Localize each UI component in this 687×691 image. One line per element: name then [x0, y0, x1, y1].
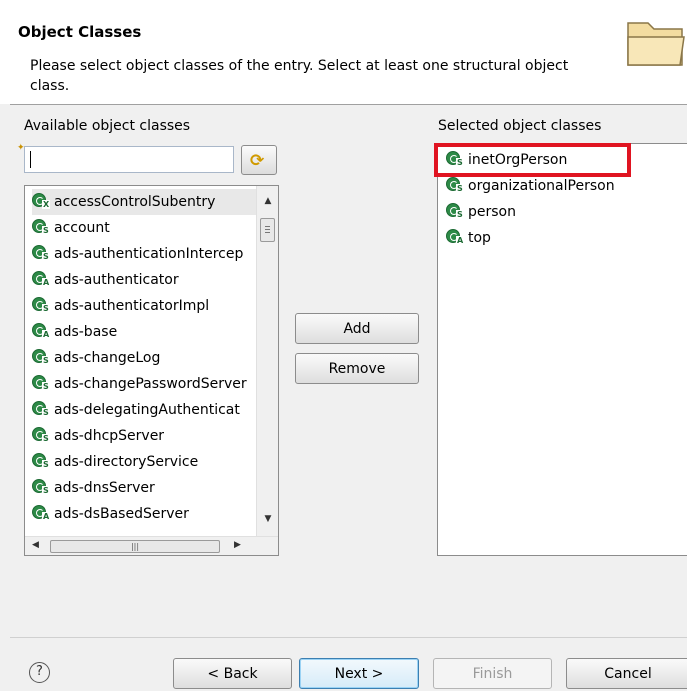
- vertical-scrollbar[interactable]: ▲ ▼: [256, 186, 278, 536]
- list-item-label: ads-dhcpServer: [54, 428, 165, 444]
- list-item-label: ads-directoryService: [54, 454, 199, 470]
- help-icon[interactable]: ?: [29, 662, 50, 683]
- list-item-label: ads-changePasswordServer: [54, 376, 247, 392]
- available-classes-label: Available object classes: [24, 118, 191, 134]
- object-class-icon: S: [32, 375, 50, 393]
- list-item[interactable]: Aads-base: [32, 319, 256, 345]
- object-class-icon: A: [32, 505, 51, 523]
- object-class-icon: S: [446, 177, 464, 195]
- list-item-label: accessControlSubentry: [54, 194, 216, 210]
- list-item-label: organizationalPerson: [468, 178, 615, 194]
- list-item-label: ads-authenticationIntercep: [54, 246, 244, 262]
- object-class-icon: S: [32, 349, 50, 367]
- object-class-icon: S: [446, 203, 464, 221]
- object-class-icon: S: [32, 453, 50, 471]
- cancel-button[interactable]: Cancel: [566, 658, 687, 689]
- wizard-header: Object Classes Please select object clas…: [0, 0, 687, 104]
- vertical-scroll-thumb[interactable]: [260, 218, 275, 242]
- highlight-annotation: [434, 143, 631, 177]
- list-item[interactable]: Aads-authenticator: [32, 267, 256, 293]
- finish-button: Finish: [433, 658, 552, 689]
- horizontal-scroll-thumb[interactable]: |||: [50, 540, 220, 553]
- list-item[interactable]: Sads-authenticatorImpl: [32, 293, 256, 319]
- list-item-label: ads-changeLog: [54, 350, 161, 366]
- list-item[interactable]: Sads-directoryService: [32, 449, 256, 475]
- object-class-icon: A: [32, 323, 51, 341]
- list-item[interactable]: Sperson: [446, 199, 686, 225]
- next-button[interactable]: Next >: [299, 658, 419, 689]
- list-item[interactable]: XaccessControlSubentry: [32, 189, 256, 215]
- list-item-label: ads-authenticator: [54, 272, 179, 288]
- header-divider: [10, 104, 687, 105]
- back-button[interactable]: < Back: [173, 658, 292, 689]
- filter-input-box[interactable]: [24, 146, 234, 173]
- scroll-up-icon[interactable]: ▲: [261, 194, 275, 208]
- refresh-icon: ⟳: [250, 151, 265, 171]
- object-class-icon: X: [32, 193, 51, 211]
- list-item-label: ads-authenticatorImpl: [54, 298, 210, 314]
- list-item-label: ads-dnsServer: [54, 480, 155, 496]
- available-classes-list[interactable]: XaccessControlSubentry Saccount Sads-authe…: [24, 185, 279, 556]
- list-item-label: account: [54, 220, 110, 236]
- object-class-icon: S: [32, 427, 50, 445]
- list-item[interactable]: Sads-changeLog: [32, 345, 256, 371]
- list-item-label: ads-dsBasedServer: [54, 506, 189, 522]
- list-item[interactable]: Aads-dsBasedServer: [32, 501, 256, 527]
- remove-button[interactable]: Remove: [295, 353, 419, 384]
- list-item[interactable]: Atop: [446, 225, 686, 251]
- object-class-icon: A: [32, 271, 51, 289]
- scroll-down-icon[interactable]: ▼: [261, 512, 275, 526]
- footer-divider: [10, 637, 687, 638]
- list-item[interactable]: Saccount: [32, 215, 256, 241]
- selected-classes-label: Selected object classes: [438, 118, 602, 134]
- object-class-icon: S: [32, 297, 50, 315]
- list-item-label: ads-base: [54, 324, 118, 340]
- list-item-label: ads-delegatingAuthenticat: [54, 402, 240, 418]
- list-item-label: top: [468, 230, 491, 246]
- add-button[interactable]: Add: [295, 313, 419, 344]
- text-caret: [30, 151, 31, 168]
- list-item[interactable]: Sads-dnsServer: [32, 475, 256, 501]
- folder-icon: [627, 22, 685, 66]
- object-class-icon: S: [32, 401, 50, 419]
- object-class-icon: S: [32, 245, 50, 263]
- horizontal-scrollbar[interactable]: ◀ ||| ▶: [25, 536, 278, 555]
- scroll-left-icon[interactable]: ◀: [32, 540, 39, 550]
- object-class-icon: S: [32, 219, 50, 237]
- list-item[interactable]: Sads-dhcpServer: [32, 423, 256, 449]
- selected-classes-list[interactable]: SinetOrgPerson SorganizationalPerson Spers…: [437, 143, 687, 556]
- refresh-button[interactable]: ⟳: [241, 145, 277, 175]
- filter-input[interactable]: [25, 147, 233, 172]
- list-item[interactable]: Sads-delegatingAuthenticat: [32, 397, 256, 423]
- page-description: Please select object classes of the entr…: [30, 58, 569, 94]
- list-item[interactable]: Sads-changePasswordServer: [32, 371, 256, 397]
- list-item[interactable]: Sads-authenticationIntercep: [32, 241, 256, 267]
- object-class-icon: A: [446, 229, 465, 247]
- list-item-label: person: [468, 204, 516, 220]
- object-class-icon: S: [32, 479, 50, 497]
- page-title: Object Classes: [18, 23, 142, 41]
- scroll-right-icon[interactable]: ▶: [234, 540, 241, 550]
